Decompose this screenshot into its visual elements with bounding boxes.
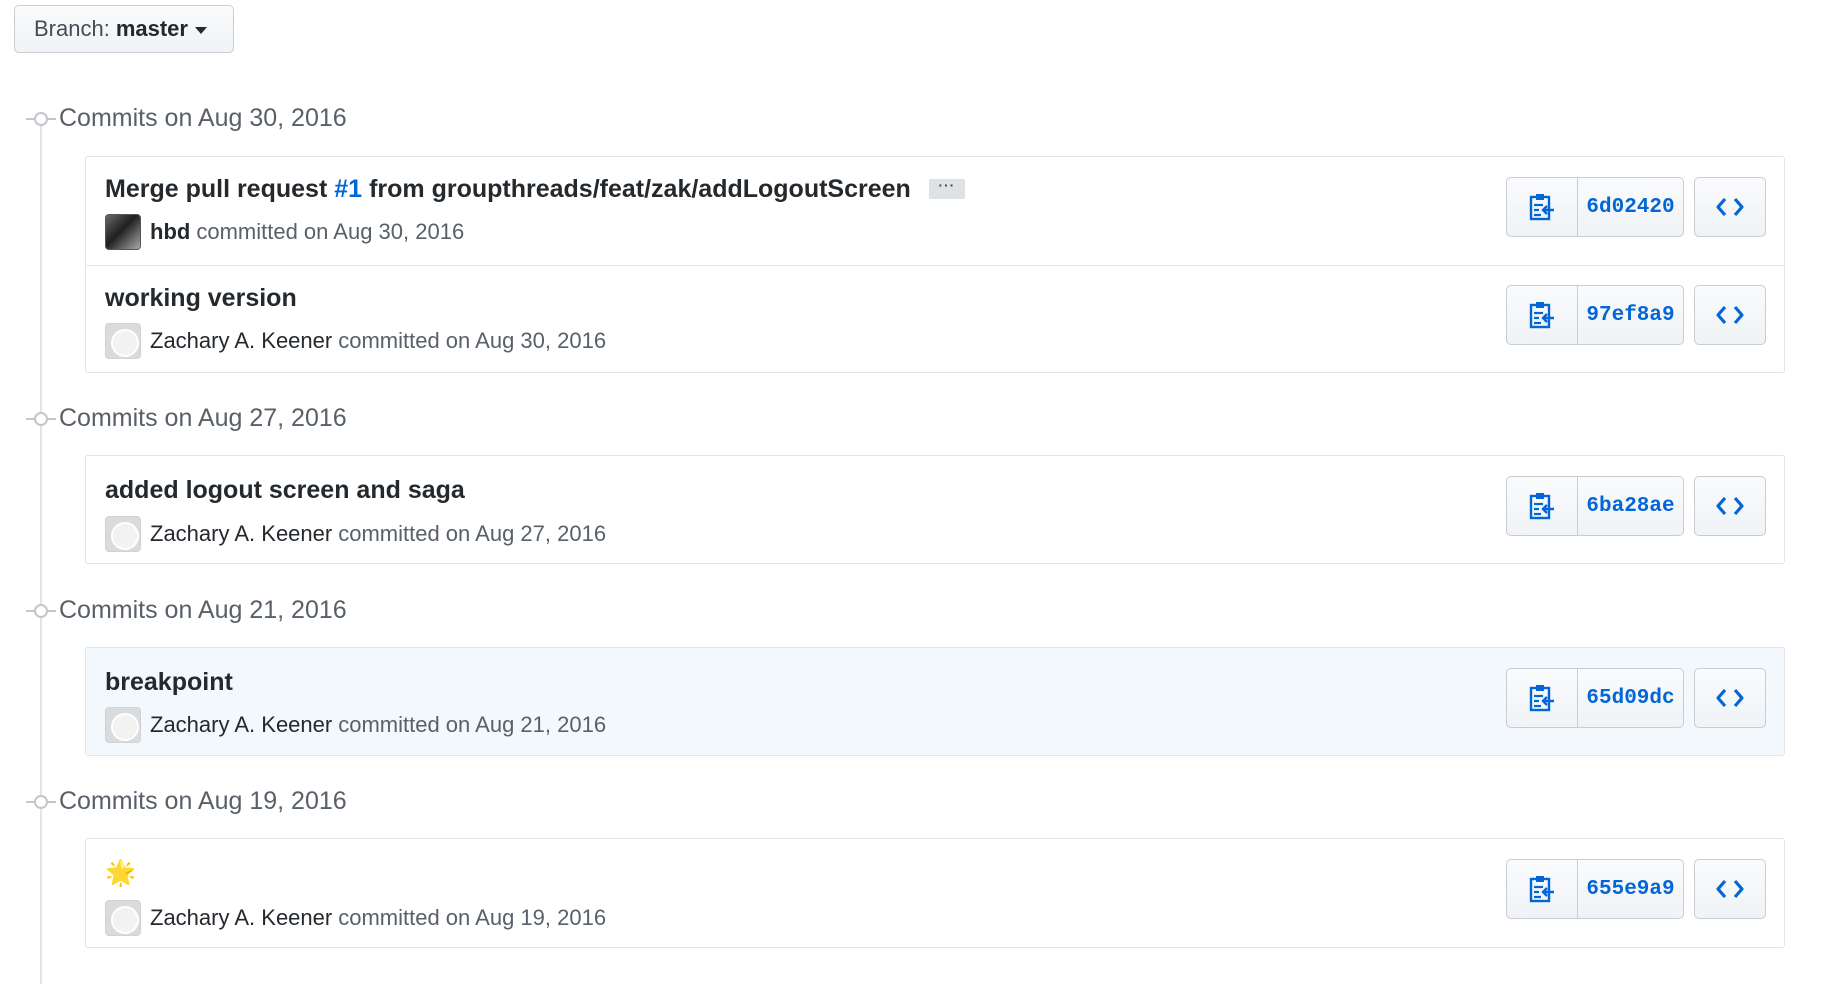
commit-group-title: Commits on Aug 27, 2016 (59, 404, 347, 432)
git-commit-icon (26, 411, 56, 427)
commit-meta: Zachary A. Keener committed on Aug 30, 2… (105, 322, 606, 360)
browse-repo-button[interactable] (1694, 177, 1766, 237)
sha-button-group: 6d02420 (1506, 177, 1684, 237)
commit-title-link[interactable]: breakpoint (105, 668, 233, 697)
browse-repo-button[interactable] (1694, 476, 1766, 536)
commit-row: working version Zachary A. Keener commit… (86, 265, 1784, 373)
code-icon (1716, 879, 1744, 899)
avatar[interactable] (105, 707, 141, 743)
copy-sha-button[interactable] (1507, 286, 1578, 344)
git-commit-icon (26, 111, 56, 127)
commit-title-link[interactable]: working version (105, 284, 297, 313)
commit-meta: Zachary A. Keener committed on Aug 21, 2… (105, 706, 606, 744)
avatar[interactable] (105, 214, 141, 250)
commit-group-title: Commits on Aug 21, 2016 (59, 596, 347, 624)
commit-date: committed on Aug 27, 2016 (338, 521, 607, 546)
avatar[interactable] (105, 323, 141, 359)
commit-title: Merge pull request #1 from groupthreads/… (105, 171, 965, 207)
commit-title: added logout screen and saga (105, 472, 465, 508)
sha-button-group: 65d09dc (1506, 668, 1684, 728)
commit-date: committed on Aug 21, 2016 (338, 712, 607, 737)
sha-link[interactable]: 65d09dc (1578, 669, 1683, 727)
author-name: Zachary A. Keener (150, 712, 333, 737)
code-icon (1716, 688, 1744, 708)
sha-button-group: 6ba28ae (1506, 476, 1684, 536)
author-name: Zachary A. Keener (150, 328, 333, 353)
sha-button-group: 97ef8a9 (1506, 285, 1684, 345)
commit-date: committed on Aug 30, 2016 (338, 328, 607, 353)
commit-list: 🌟 Zachary A. Keener committed on Aug 19,… (85, 838, 1785, 948)
commit-group-header (26, 99, 56, 139)
commit-date: committed on Aug 30, 2016 (196, 219, 465, 244)
commit-title-link[interactable]: from groupthreads/feat/zak/addLogoutScre… (369, 175, 911, 204)
commit-meta: hbd committed on Aug 30, 2016 (105, 213, 464, 251)
sha-link[interactable]: 97ef8a9 (1578, 286, 1683, 344)
commit-list: Merge pull request #1 from groupthreads/… (85, 156, 1785, 373)
branch-name: master (115, 16, 188, 41)
commit-title-link[interactable]: added logout screen and saga (105, 476, 465, 505)
commit-row: 🌟 Zachary A. Keener committed on Aug 19,… (86, 839, 1784, 947)
commit-title: working version (105, 280, 297, 316)
commit-row: Merge pull request #1 from groupthreads/… (86, 157, 1784, 265)
commit-title: breakpoint (105, 664, 233, 700)
code-icon (1716, 496, 1744, 516)
commit-group-title: Commits on Aug 30, 2016 (59, 104, 347, 132)
commit-title-link[interactable]: Merge pull request (105, 175, 327, 204)
code-icon (1716, 305, 1744, 325)
code-icon (1716, 197, 1744, 217)
avatar[interactable] (105, 900, 141, 936)
commit-list: breakpoint Zachary A. Keener committed o… (85, 647, 1785, 756)
caret-down-icon (194, 26, 207, 34)
commit-list: added logout screen and saga Zachary A. … (85, 455, 1785, 564)
commit-meta: Zachary A. Keener committed on Aug 27, 2… (105, 515, 606, 553)
author-name: Zachary A. Keener (150, 905, 333, 930)
commit-row: added logout screen and saga Zachary A. … (86, 456, 1784, 563)
clippy-icon (1529, 302, 1554, 329)
author-name: Zachary A. Keener (150, 521, 333, 546)
browse-repo-button[interactable] (1694, 859, 1766, 919)
git-commit-icon (26, 603, 56, 619)
commit-group-title: Commits on Aug 19, 2016 (59, 787, 347, 815)
timeline-line (40, 118, 42, 984)
commit-group-header (26, 591, 56, 631)
commit-title: 🌟 (105, 855, 136, 891)
clippy-icon (1529, 194, 1554, 221)
commit-title-link[interactable]: 🌟 (105, 859, 136, 888)
copy-sha-button[interactable] (1507, 860, 1578, 918)
sha-link[interactable]: 6d02420 (1578, 178, 1683, 236)
clippy-icon (1529, 876, 1554, 903)
copy-sha-button[interactable] (1507, 178, 1578, 236)
commit-meta: Zachary A. Keener committed on Aug 19, 2… (105, 899, 606, 937)
copy-sha-button[interactable] (1507, 477, 1578, 535)
author-link[interactable]: hbd (150, 219, 190, 245)
git-commit-icon (26, 794, 56, 810)
clippy-icon (1529, 685, 1554, 712)
branch-select-button[interactable]: Branch: master (14, 5, 234, 53)
sha-link[interactable]: 655e9a9 (1578, 860, 1683, 918)
commit-row: breakpoint Zachary A. Keener committed o… (86, 648, 1784, 755)
branch-label: Branch: (34, 16, 110, 41)
browse-repo-button[interactable] (1694, 285, 1766, 345)
sha-button-group: 655e9a9 (1506, 859, 1684, 919)
sha-link[interactable]: 6ba28ae (1578, 477, 1683, 535)
pull-request-link[interactable]: #1 (334, 175, 362, 204)
commit-group-header (26, 399, 56, 439)
expand-message-button[interactable]: ··· (928, 178, 965, 199)
commit-group-header (26, 782, 56, 822)
avatar[interactable] (105, 516, 141, 552)
copy-sha-button[interactable] (1507, 669, 1578, 727)
clippy-icon (1529, 493, 1554, 520)
commit-date: committed on Aug 19, 2016 (338, 905, 607, 930)
browse-repo-button[interactable] (1694, 668, 1766, 728)
